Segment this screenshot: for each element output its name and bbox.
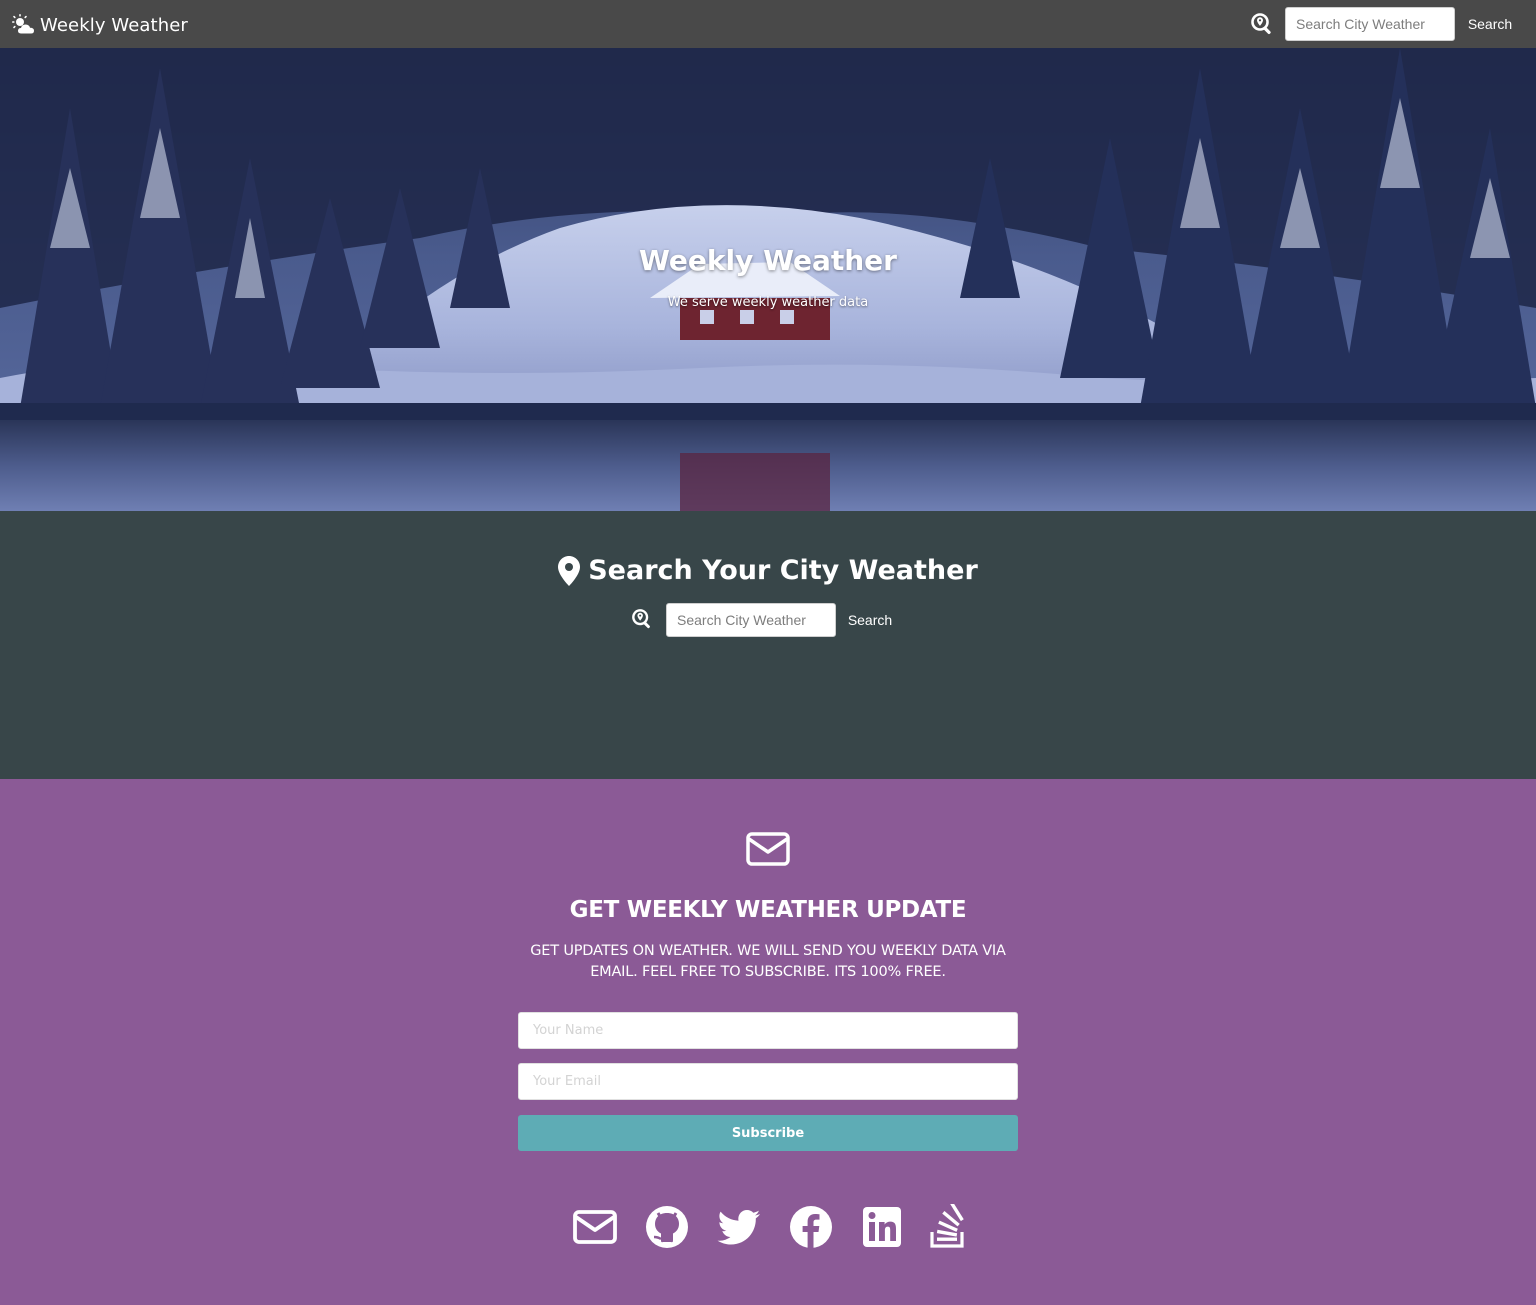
social-facebook-link[interactable] (788, 1204, 834, 1250)
navbar: Weekly Weather Search (0, 0, 1536, 48)
subscribe-description: GET UPDATES ON WEATHER. WE WILL SEND YOU… (530, 943, 1006, 980)
hero-title: Weekly Weather (639, 244, 897, 277)
search-location-icon (632, 609, 650, 629)
cloud-sun-icon (12, 14, 34, 34)
stack-overflow-icon (930, 1202, 964, 1248)
subscribe-section: GET WEEKLY WEATHER UPDATE GET UPDATES ON… (0, 779, 1536, 1305)
city-search-button[interactable]: Search (840, 604, 900, 636)
brand-link[interactable]: Weekly Weather (12, 12, 188, 38)
social-github-link[interactable] (644, 1204, 690, 1250)
facebook-icon (790, 1206, 832, 1248)
city-search-title: Search Your City Weather (588, 555, 978, 586)
hero-subtitle: We serve weekly weather data (667, 295, 869, 310)
envelope-icon (573, 1210, 617, 1244)
city-search-input[interactable] (666, 603, 836, 637)
city-search-heading: Search Your City Weather (0, 555, 1536, 586)
email-field[interactable] (518, 1063, 1018, 1100)
nav-search-input[interactable] (1285, 7, 1455, 41)
brand-title: Weekly Weather (40, 14, 188, 36)
social-linkedin-link[interactable] (860, 1204, 906, 1250)
twitter-icon (717, 1210, 760, 1245)
hero-banner: Weekly Weather We serve weekly weather d… (0, 48, 1536, 511)
social-stack-overflow-link[interactable] (926, 1202, 972, 1250)
subscribe-heading: GET WEEKLY WEATHER UPDATE (569, 897, 967, 923)
subscribe-button[interactable]: Subscribe (518, 1115, 1018, 1151)
search-location-icon (1251, 13, 1271, 35)
nav-search-button[interactable]: Search (1460, 8, 1520, 40)
github-icon (646, 1206, 688, 1248)
linkedin-icon (863, 1207, 901, 1247)
city-search-section: Search Your City Weather Search (0, 511, 1536, 779)
map-marker-icon (558, 555, 581, 586)
social-links (0, 1202, 1536, 1252)
envelope-icon (746, 832, 790, 866)
hero-background-image (0, 48, 1536, 511)
social-email-link[interactable] (572, 1204, 618, 1250)
social-twitter-link[interactable] (716, 1204, 762, 1250)
name-field[interactable] (518, 1012, 1018, 1049)
